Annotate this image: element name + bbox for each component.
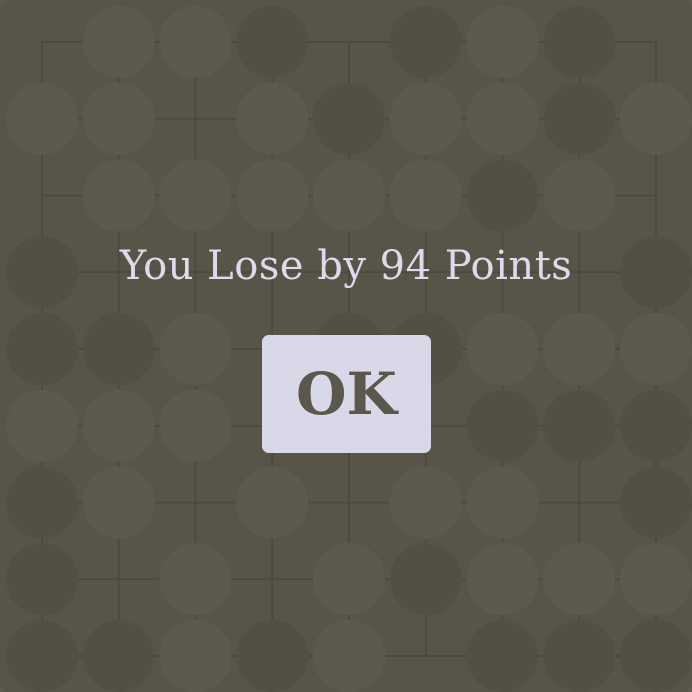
game-over-overlay: You Lose by 94 Points OK (0, 0, 692, 692)
result-message: You Lose by 94 Points (119, 243, 573, 289)
game-screen: You Lose by 94 Points OK (0, 0, 692, 692)
ok-button[interactable]: OK (262, 335, 431, 453)
